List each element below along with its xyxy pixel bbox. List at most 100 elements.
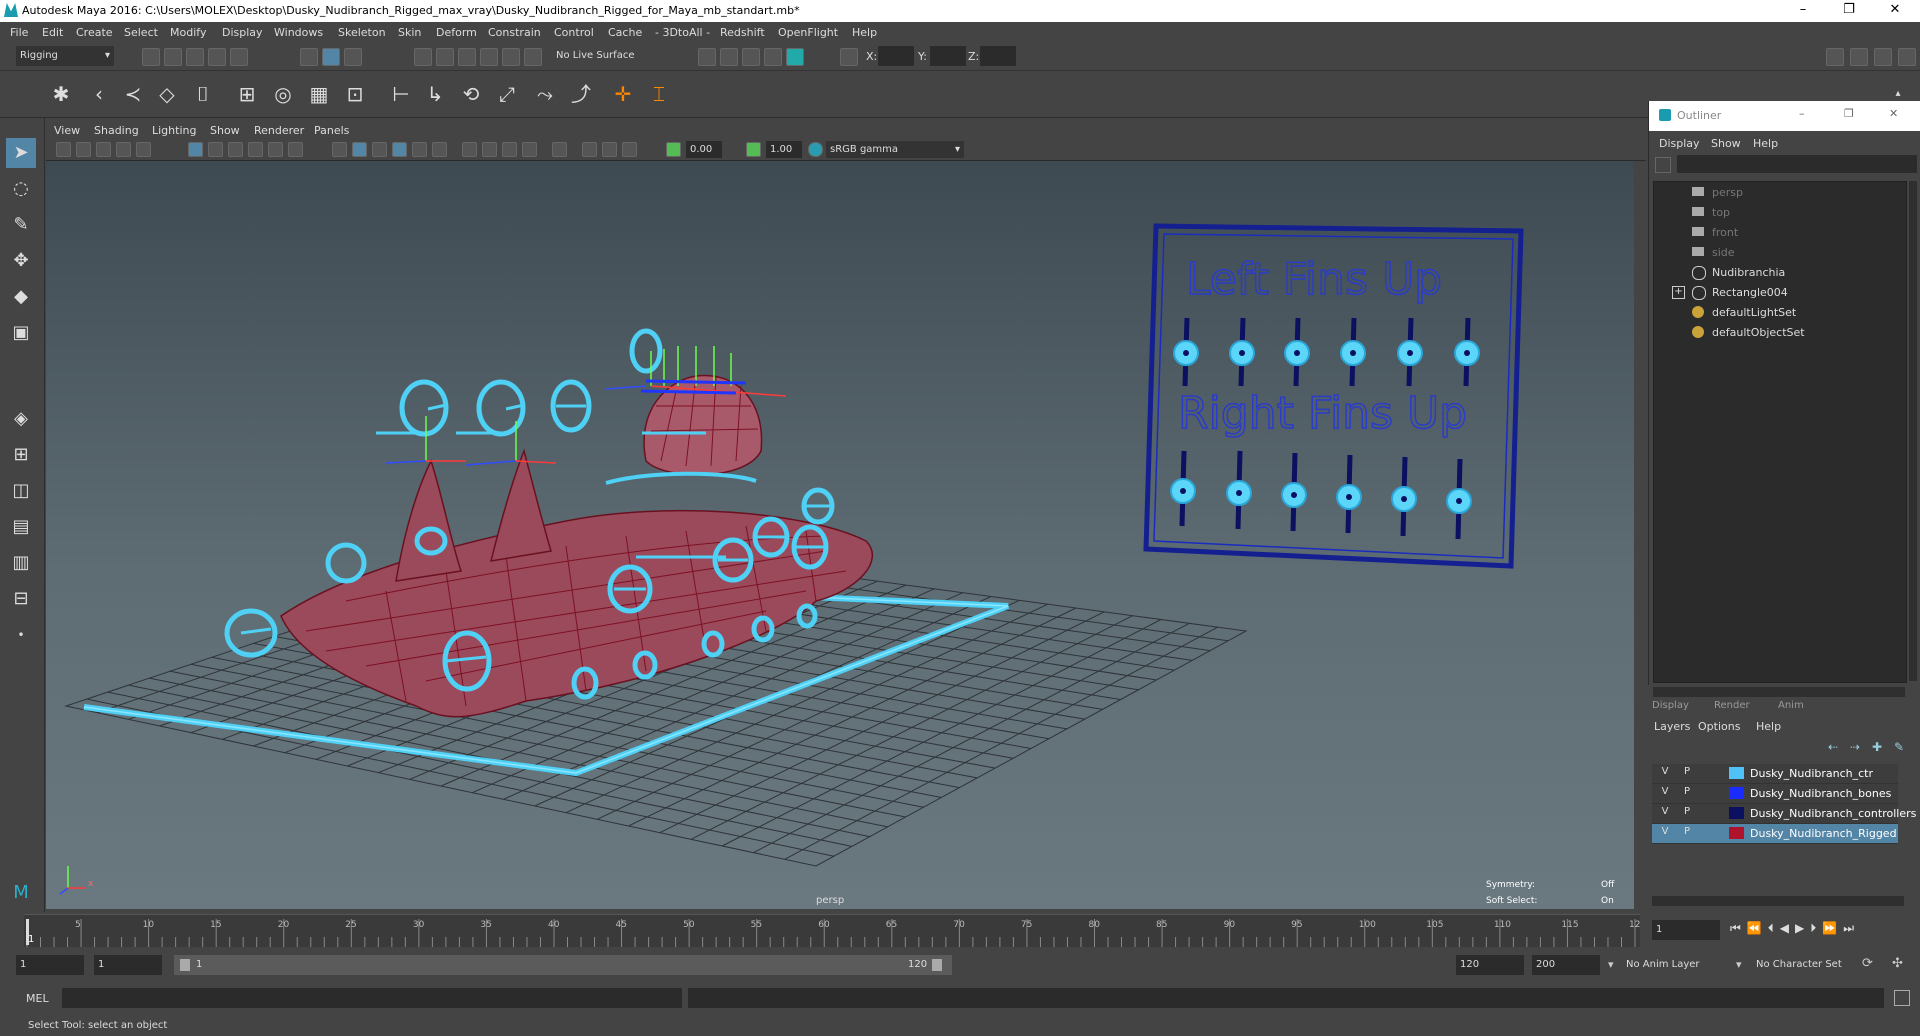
- motion-blur-icon[interactable]: [502, 142, 517, 157]
- layer-up-icon[interactable]: ⇠: [1828, 740, 1838, 754]
- xray-joints-icon[interactable]: [582, 142, 597, 157]
- step-forward-key-icon[interactable]: ⏵: [1810, 921, 1822, 935]
- paint-weights-icon[interactable]: ◎: [268, 79, 298, 109]
- snap-view-icon[interactable]: [480, 48, 498, 66]
- lattice-icon[interactable]: ▦: [304, 79, 334, 109]
- vp-menu-view[interactable]: View: [54, 124, 80, 137]
- smooth-shade-icon[interactable]: [352, 142, 367, 157]
- layer-menu-layers[interactable]: Layers: [1654, 720, 1690, 733]
- layer-color-swatch[interactable]: [1729, 827, 1744, 839]
- outliner-hscrollbar[interactable]: [1653, 687, 1905, 697]
- select-hierarchy-icon[interactable]: [300, 48, 318, 66]
- menu-redshift[interactable]: Redshift: [720, 26, 765, 39]
- outliner-item-nudibranchia[interactable]: Nudibranchia: [1712, 266, 1785, 279]
- orient-constraint-icon[interactable]: ⟲: [456, 79, 486, 109]
- backface-icon[interactable]: [622, 142, 637, 157]
- xray-icon[interactable]: [392, 142, 407, 157]
- menu-cache[interactable]: Cache: [608, 26, 642, 39]
- parent-constraint-icon[interactable]: ⊢: [386, 79, 416, 109]
- layout-stack-icon[interactable]: ⊟: [6, 584, 36, 614]
- z-field[interactable]: [980, 46, 1016, 66]
- step-back-icon[interactable]: ⏪: [1747, 921, 1768, 935]
- layer-visibility-toggle[interactable]: V: [1656, 786, 1674, 800]
- anti-alias-icon[interactable]: [522, 142, 537, 157]
- pole-vector-icon[interactable]: ⤴: [566, 79, 596, 109]
- paint-select-icon[interactable]: ✎: [6, 210, 36, 240]
- layer-tab-render[interactable]: Render: [1714, 700, 1750, 711]
- save-scene-icon[interactable]: [186, 48, 204, 66]
- ipr-render-icon[interactable]: [720, 48, 738, 66]
- outliner-item-defaultlightset[interactable]: defaultLightSet: [1712, 306, 1796, 319]
- layer-row[interactable]: V P Dusky_Nudibranch_ctr: [1652, 764, 1898, 784]
- layout-outliner-icon[interactable]: ▤: [6, 512, 36, 542]
- new-layer-selected-icon[interactable]: ✎: [1894, 740, 1904, 754]
- script-editor-icon[interactable]: [1894, 990, 1910, 1006]
- time-slider[interactable]: 5 10 15 20 25 30 35 40 45 50 55 60 65 70 75 80 85 90 95 100…: [0, 912, 1920, 948]
- layer-hscrollbar[interactable]: [1652, 896, 1904, 906]
- rotate-tool-icon[interactable]: ◆: [6, 282, 36, 312]
- menu-openflight[interactable]: OpenFlight: [778, 26, 838, 39]
- maximize-button[interactable]: ❐: [1826, 0, 1872, 22]
- layout-single-icon[interactable]: ◈: [6, 404, 36, 434]
- outliner-menu-show[interactable]: Show: [1711, 137, 1741, 150]
- insert-joint-icon[interactable]: ◇: [152, 79, 182, 109]
- gamma-icon[interactable]: [746, 142, 761, 157]
- redo-icon[interactable]: [230, 48, 248, 66]
- layer-tab-display[interactable]: Display: [1652, 700, 1689, 711]
- layer-visibility-toggle[interactable]: V: [1656, 806, 1674, 820]
- camera-icon[interactable]: [56, 142, 71, 157]
- anim-layer-dropdown[interactable]: No Anim Layer: [1622, 955, 1742, 975]
- outliner-item-front[interactable]: front: [1712, 226, 1738, 239]
- attribute-editor-icon[interactable]: [1850, 48, 1868, 66]
- channel-box-icon[interactable]: [1898, 48, 1916, 66]
- ik-handle-icon[interactable]: ‹: [84, 79, 114, 109]
- mel-label[interactable]: MEL: [26, 992, 49, 1005]
- layer-menu-options[interactable]: Options: [1698, 720, 1740, 733]
- step-back-key-icon[interactable]: ⏴: [1768, 921, 1780, 935]
- menu-file[interactable]: File: [10, 26, 28, 39]
- field-chart-icon[interactable]: [268, 142, 283, 157]
- select-object-icon[interactable]: [322, 48, 340, 66]
- mode-selector[interactable]: Rigging ▾: [16, 46, 114, 66]
- chevron-down-icon[interactable]: ▾: [1736, 958, 1742, 971]
- layer-playback-toggle[interactable]: P: [1678, 826, 1696, 840]
- point-constraint-icon[interactable]: ↳: [420, 79, 450, 109]
- tool-settings-icon[interactable]: [1874, 48, 1892, 66]
- new-scene-icon[interactable]: [142, 48, 160, 66]
- layer-visibility-toggle[interactable]: V: [1656, 826, 1674, 840]
- outliner-minimize-button[interactable]: –: [1799, 107, 1805, 120]
- menu-windows[interactable]: Windows: [274, 26, 323, 39]
- layout-graph-icon[interactable]: ▥: [6, 548, 36, 578]
- menu-skeleton[interactable]: Skeleton: [338, 26, 386, 39]
- outliner-item-side[interactable]: side: [1712, 246, 1735, 259]
- perspective-viewport[interactable]: Left Fins Up Right Fins Up x persp Symme…: [46, 161, 1634, 909]
- range-left-handle[interactable]: [180, 959, 190, 971]
- time-slider-track[interactable]: 5 10 15 20 25 30 35 40 45 50 55 60 65 70 75 80 85 90 95 100…: [24, 914, 1646, 947]
- end-frame-field[interactable]: 200: [1532, 955, 1600, 975]
- y-field[interactable]: [930, 46, 966, 66]
- shadows-icon[interactable]: [462, 142, 477, 157]
- layer-color-swatch[interactable]: [1729, 787, 1744, 799]
- render-current-icon[interactable]: [698, 48, 716, 66]
- color-management-icon[interactable]: [808, 142, 823, 157]
- safe-action-icon[interactable]: [288, 142, 303, 157]
- menu-constrain[interactable]: Constrain: [488, 26, 541, 39]
- outliner-vscrollbar[interactable]: [1909, 181, 1917, 681]
- scale-tool-icon[interactable]: ▣: [6, 318, 36, 348]
- layout-four-icon[interactable]: ⊞: [6, 440, 36, 470]
- undo-icon[interactable]: [208, 48, 226, 66]
- gamma-field[interactable]: 1.00: [766, 141, 802, 158]
- bind-skin-icon[interactable]: ⊞: [232, 79, 262, 109]
- go-to-end-icon[interactable]: ⏭: [1843, 921, 1860, 935]
- vp-menu-shading[interactable]: Shading: [94, 124, 139, 137]
- snap-surface-icon[interactable]: [502, 48, 520, 66]
- snap-point-icon[interactable]: [458, 48, 476, 66]
- open-scene-icon[interactable]: [164, 48, 182, 66]
- new-layer-icon[interactable]: ✚: [1872, 740, 1882, 754]
- vp-menu-lighting[interactable]: Lighting: [152, 124, 196, 137]
- set-key-icon[interactable]: ⌶: [644, 79, 674, 109]
- preferences-icon[interactable]: ✣: [1892, 956, 1903, 971]
- layer-color-swatch[interactable]: [1729, 767, 1744, 779]
- isolate-select-icon[interactable]: [552, 142, 567, 157]
- chevron-down-icon[interactable]: ▾: [1608, 958, 1614, 971]
